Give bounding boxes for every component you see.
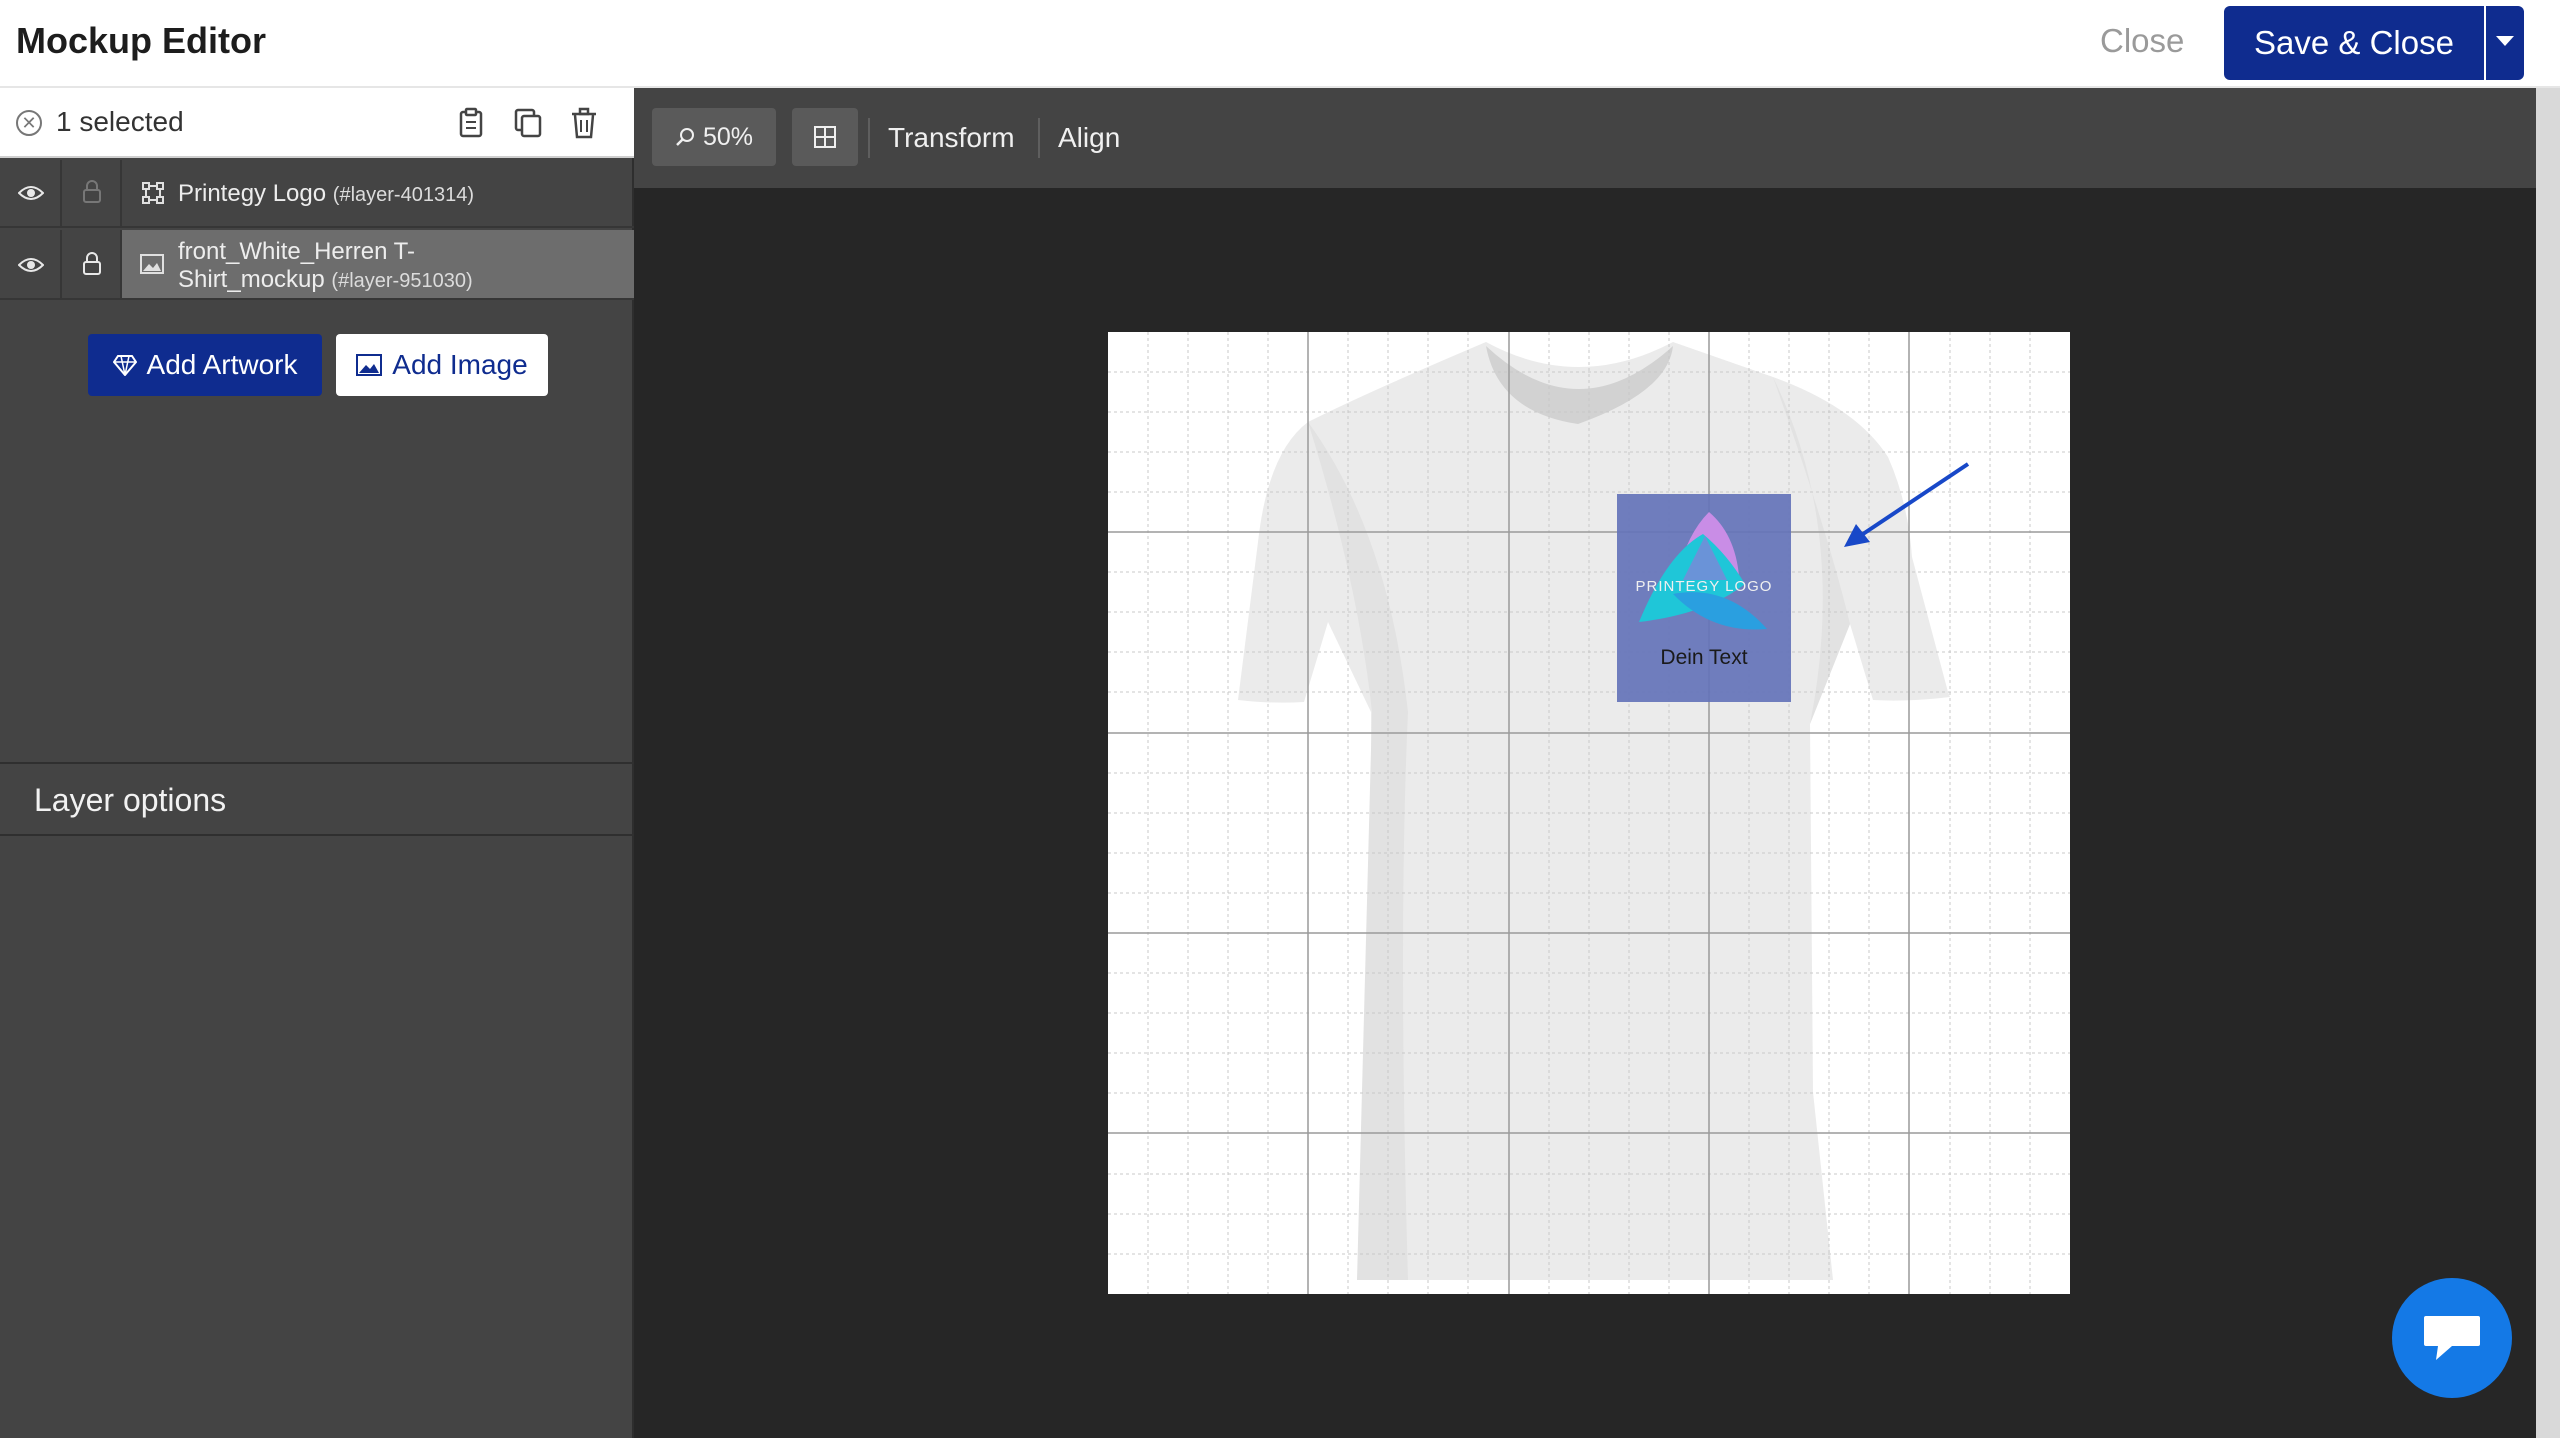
layer-title: Printegy Logo <box>178 180 327 207</box>
add-image-button[interactable]: Add Image <box>336 334 548 396</box>
artwork-icon <box>142 182 164 204</box>
visibility-toggle[interactable] <box>0 160 62 226</box>
add-image-label: Add Image <box>392 349 528 380</box>
chat-button[interactable] <box>2392 1278 2512 1398</box>
selection-bar: ✕ 1 selected <box>0 88 634 158</box>
lock-icon <box>83 252 101 275</box>
printegy-logo-artwork[interactable]: PRINTEGY LOGO Dein Text <box>1617 494 1791 702</box>
layer-options-header: Layer options <box>0 762 634 836</box>
layer-name-cell[interactable]: front_White_Herren T- Shirt_mockup (#lay… <box>122 230 634 298</box>
toolbar-divider <box>1038 118 1040 158</box>
logo-text: PRINTEGY LOGO <box>1635 578 1773 595</box>
caret-down-icon <box>2496 36 2514 46</box>
chat-bubble-icon <box>2424 1316 2480 1360</box>
delete-icon[interactable] <box>568 106 600 140</box>
layer-row[interactable]: front_White_Herren T- Shirt_mockup (#lay… <box>0 230 634 300</box>
grid-icon <box>814 126 836 148</box>
layer-label: Printegy Logo (#layer-401314) <box>178 180 474 209</box>
mockup-canvas[interactable]: PRINTEGY LOGO Dein Text <box>1108 332 2070 1294</box>
layer-options-title: Layer options <box>34 782 227 818</box>
selection-count: 1 selected <box>56 106 184 137</box>
layer-id: (#layer-401314) <box>332 184 474 206</box>
eye-icon <box>18 258 44 272</box>
clear-selection-icon[interactable]: ✕ <box>16 110 42 136</box>
paste-icon[interactable] <box>456 106 488 140</box>
layer-row[interactable]: Printegy Logo (#layer-401314) <box>0 160 634 228</box>
lock-toggle[interactable] <box>62 160 122 226</box>
zoom-button[interactable]: 50% <box>652 108 776 166</box>
add-artwork-button[interactable]: Add Artwork <box>88 334 322 396</box>
logo-mark <box>1639 512 1767 630</box>
image-icon <box>140 254 164 274</box>
lock-toggle[interactable] <box>62 230 122 298</box>
duplicate-icon[interactable] <box>512 106 544 140</box>
layers-panel: ✕ 1 selected Printegy Logo (#layer-40131… <box>0 88 634 1438</box>
layer-title-line2: Shirt_mockup <box>178 266 325 293</box>
app-header: Mockup Editor Close Save & Close <box>0 0 2560 88</box>
unlock-icon <box>83 180 101 203</box>
layer-label: front_White_Herren T- Shirt_mockup (#lay… <box>178 238 473 295</box>
dein-text-label: Dein Text <box>1660 646 1748 669</box>
layer-id: (#layer-951030) <box>331 270 473 292</box>
align-menu[interactable]: Align <box>1058 122 1120 154</box>
visibility-toggle[interactable] <box>0 230 62 298</box>
toolbar-divider <box>868 118 870 158</box>
layer-name-cell[interactable]: Printegy Logo (#layer-401314) <box>122 160 634 226</box>
transform-menu[interactable]: Transform <box>888 122 1015 154</box>
canvas-toolbar: 50% Transform Align <box>634 88 2536 188</box>
close-button[interactable]: Close <box>2100 22 2184 60</box>
diamond-icon <box>112 355 137 376</box>
image-icon <box>356 354 383 376</box>
save-options-dropdown[interactable] <box>2486 6 2524 80</box>
app-title: Mockup Editor <box>16 20 266 61</box>
canvas-graphics <box>1108 332 2070 1294</box>
window-scrollbar[interactable] <box>2536 88 2560 1438</box>
eye-icon <box>18 186 44 200</box>
add-artwork-label: Add Artwork <box>146 349 298 380</box>
grid-toggle-button[interactable] <box>792 108 858 166</box>
fine-grid <box>1108 332 2070 1294</box>
zoom-level: 50% <box>702 122 754 151</box>
save-and-close-button[interactable]: Save & Close <box>2224 6 2484 80</box>
layer-title-line1: front_White_Herren T- <box>178 238 415 265</box>
zoom-icon <box>676 128 694 146</box>
